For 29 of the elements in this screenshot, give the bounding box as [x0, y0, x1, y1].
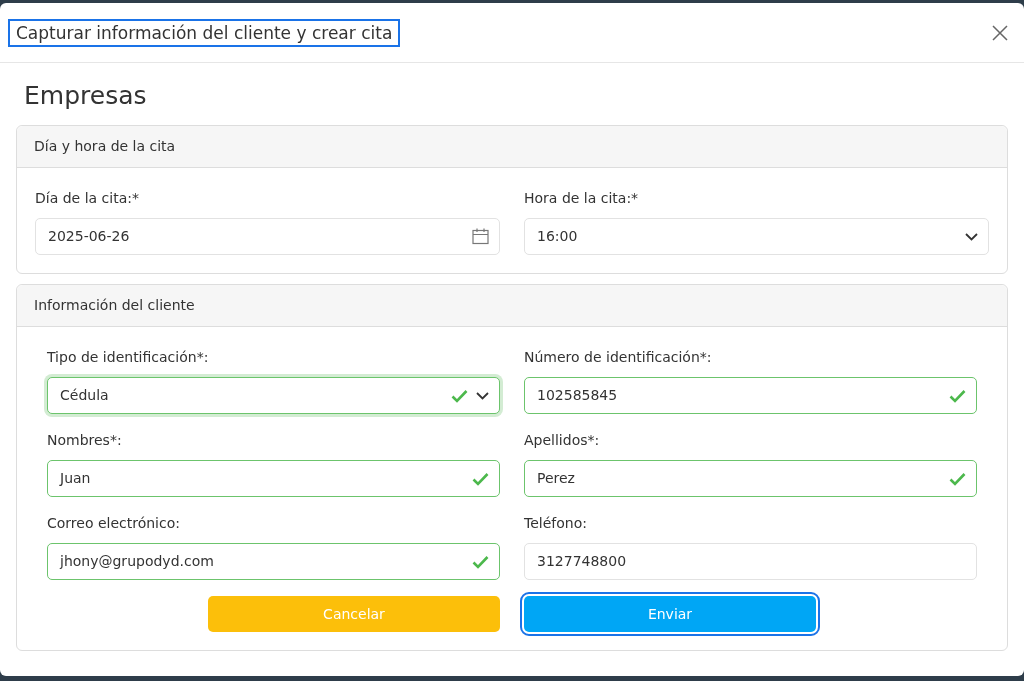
check-icon — [949, 471, 966, 486]
close-icon — [992, 25, 1008, 42]
field-label: Número de identificación*: — [524, 348, 713, 368]
field-label: Teléfono: — [524, 514, 588, 534]
field-label: Nombres*: — [47, 431, 123, 451]
chevron-down-icon — [476, 391, 489, 400]
page-heading: Empresas — [24, 81, 148, 112]
check-icon — [949, 388, 966, 403]
field-label: Tipo de identificación*: — [47, 348, 210, 368]
field-label: Apellidos*: — [524, 431, 601, 451]
input-field[interactable]: 102585845 — [524, 377, 977, 415]
chevron-down-icon — [965, 232, 978, 241]
date-field[interactable]: 2025-06-26 — [35, 218, 500, 256]
check-icon — [472, 471, 489, 486]
modal-title: Capturar información del cliente y crear cita — [8, 19, 401, 48]
input-field[interactable]: Juan — [47, 460, 500, 498]
select-field[interactable]: Cédula — [47, 377, 500, 415]
select-field[interactable]: 16:00 — [524, 218, 989, 256]
input-field[interactable]: jhony@grupodyd.com — [47, 543, 500, 581]
check-icon — [451, 388, 468, 403]
section-header: Día y hora de la cita — [17, 126, 1007, 169]
calendar-icon — [472, 228, 489, 246]
check-icon — [472, 554, 489, 569]
field-label: Hora de la cita:* — [524, 189, 640, 209]
input-field[interactable]: 3127748800 — [524, 543, 977, 581]
field-label: Día de la cita:* — [35, 189, 140, 209]
field-label: Correo electrónico: — [47, 514, 181, 534]
input-field[interactable]: Perez — [524, 460, 977, 498]
section-header: Información del cliente — [17, 285, 1007, 328]
